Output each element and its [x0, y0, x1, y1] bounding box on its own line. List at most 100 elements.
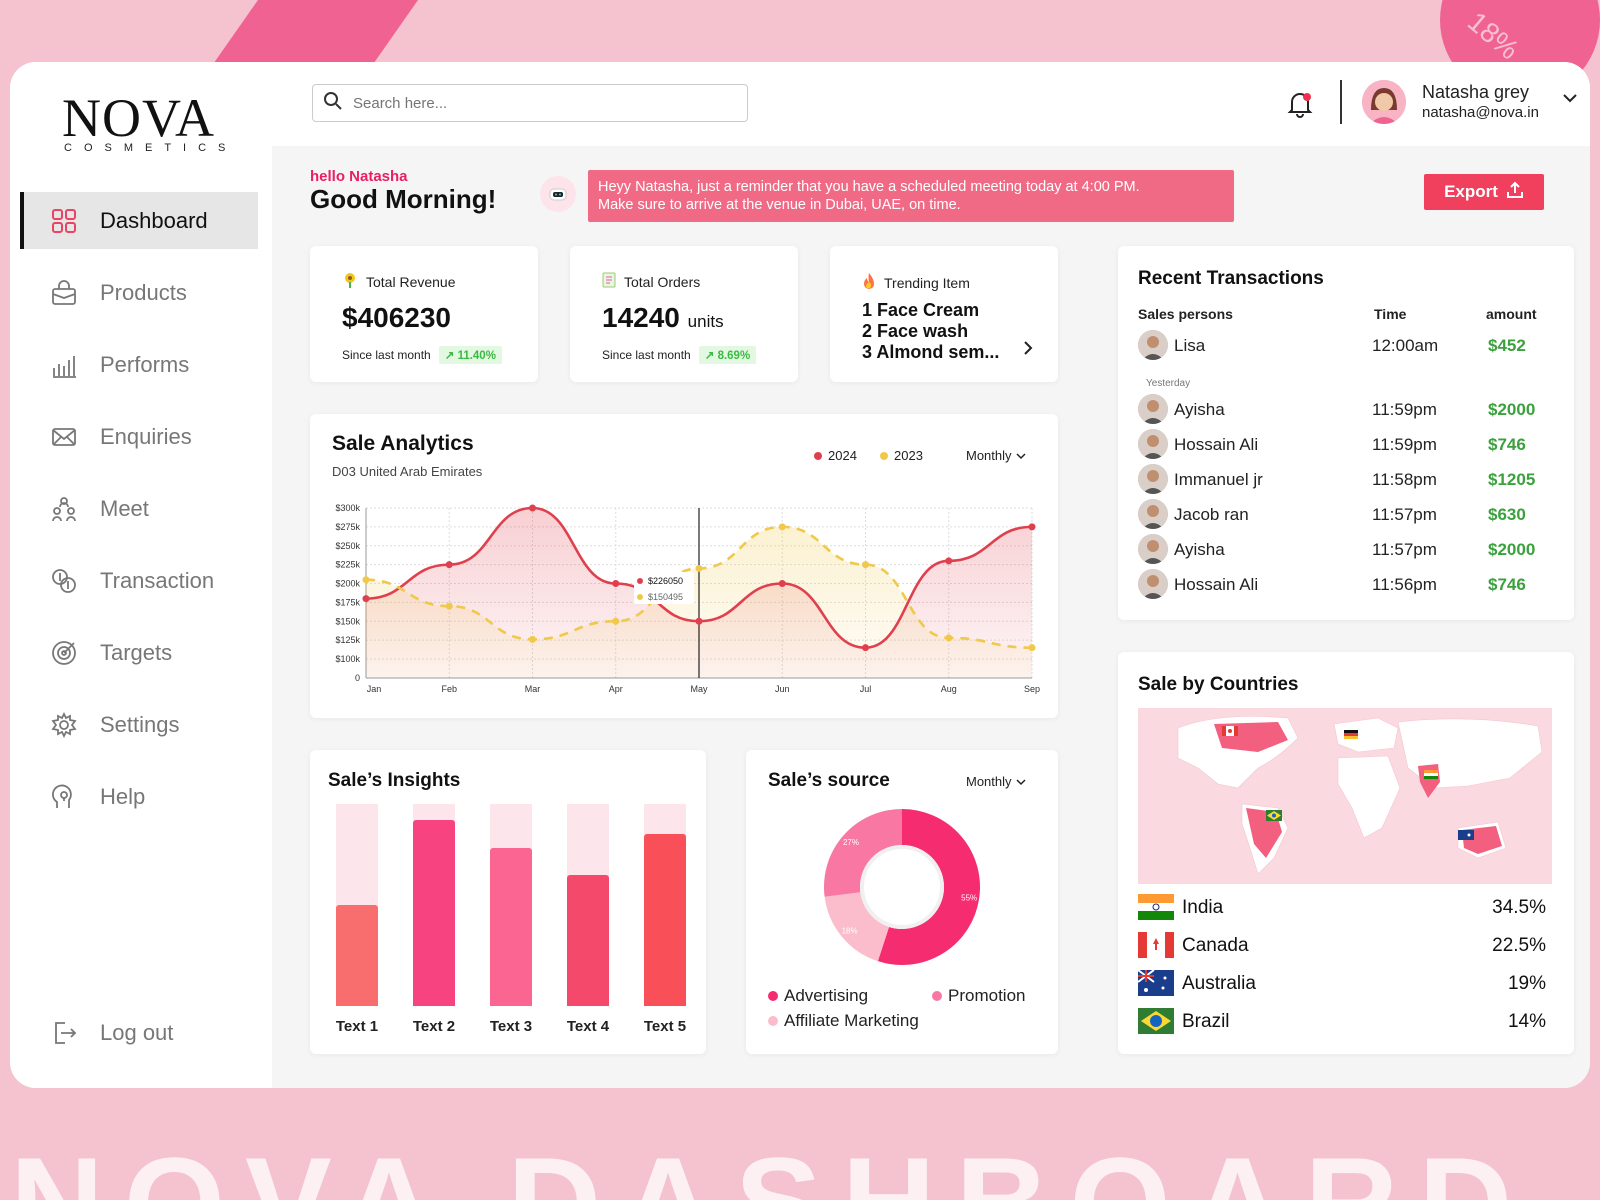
- germany-flag-marker: [1344, 730, 1358, 739]
- transaction-row[interactable]: Hossain Ali 11:56pm $746: [1138, 569, 1554, 601]
- sidebar-item-meet[interactable]: Meet: [20, 480, 258, 537]
- data-point-2023: [862, 561, 869, 569]
- search-bar[interactable]: [312, 84, 748, 122]
- x-tick-label: Mar: [525, 684, 541, 694]
- header-time: Time: [1374, 306, 1407, 322]
- transaction-row[interactable]: Ayisha 11:57pm $2000: [1138, 534, 1554, 566]
- data-point-2023: [945, 634, 953, 642]
- sidebar-item-products[interactable]: Products: [20, 264, 258, 321]
- bar[interactable]: [413, 820, 455, 1006]
- bag-icon: [50, 279, 78, 307]
- dashboard-window: NOVA COSMETICS Dashboard Products Perfor…: [10, 62, 1590, 1088]
- sidebar-item-performs[interactable]: Performs: [20, 336, 258, 393]
- country-name: Canada: [1182, 935, 1249, 956]
- transaction-row[interactable]: Hossain Ali 11:59pm $746: [1138, 429, 1554, 461]
- trending-list: 1 Face Cream 2 Face wash 3 Almond sem...: [862, 300, 999, 360]
- transaction-row[interactable]: Ayisha 11:59pm $2000: [1138, 394, 1554, 426]
- transaction-row[interactable]: Jacob ran 11:57pm $630: [1138, 499, 1554, 531]
- bar-label: Text 3: [489, 1018, 533, 1035]
- sidebar-item-transaction[interactable]: Transaction: [20, 552, 258, 609]
- x-tick-label: Aug: [941, 684, 957, 694]
- bar[interactable]: [490, 848, 532, 1006]
- brand-logo[interactable]: NOVA COSMETICS: [62, 90, 232, 154]
- legend-advertising: Advertising: [768, 986, 868, 1006]
- revenue-change-badge: ↗ 11.40%: [438, 346, 502, 364]
- bar[interactable]: [644, 834, 686, 1006]
- country-row[interactable]: Brazil 14%: [1138, 1008, 1546, 1036]
- robot-icon: [540, 176, 576, 212]
- x-tick-label: Jun: [775, 684, 790, 694]
- sidebar-item-label: Enquiries: [100, 423, 192, 449]
- total-orders-card: Total Orders 14240 units Since last mont…: [570, 246, 798, 382]
- receipt-icon: [602, 272, 616, 291]
- bar-label: Text 1: [335, 1018, 379, 1035]
- country-row[interactable]: Canada 22.5%: [1138, 932, 1546, 960]
- country-row[interactable]: Australia 19%: [1137, 969, 1546, 998]
- notification-bell-icon[interactable]: [1286, 90, 1314, 118]
- legend-dot: [768, 1016, 778, 1026]
- transaction-amount: $746: [1488, 435, 1526, 454]
- sidebar-item-help[interactable]: Help: [20, 768, 258, 825]
- trending-item: 3 Almond sem...: [862, 342, 1000, 360]
- avatar: [1138, 464, 1168, 494]
- sidebar: NOVA COSMETICS Dashboard Products Perfor…: [10, 62, 272, 1088]
- export-label: Export: [1444, 182, 1498, 201]
- sidebar-item-enquiries[interactable]: Enquiries: [20, 408, 258, 465]
- header-amount: amount: [1486, 306, 1537, 322]
- chevron-down-icon[interactable]: [1562, 90, 1578, 109]
- data-point-2024: [945, 557, 953, 565]
- transaction-person: Jacob ran: [1174, 505, 1249, 524]
- chevron-right-icon[interactable]: [1022, 340, 1034, 361]
- trending-title-label: Trending Item: [884, 274, 970, 291]
- transaction-person: Hossain Ali: [1174, 435, 1259, 454]
- transaction-amount: $2000: [1488, 400, 1536, 419]
- transaction-row[interactable]: Immanuel jr 11:58pm $1205: [1138, 464, 1554, 496]
- x-tick-label: Sep: [1024, 684, 1040, 694]
- tooltip-value-2023: $150495: [648, 592, 683, 602]
- world-map[interactable]: [1138, 708, 1552, 884]
- orders-value: 14240 units: [602, 302, 724, 334]
- legend-label: Advertising: [784, 986, 869, 1005]
- bar-label: Text 5: [643, 1018, 687, 1035]
- sidebar-item-label: Performs: [100, 351, 190, 377]
- sidebar-item-targets[interactable]: Targets: [20, 624, 258, 681]
- transaction-amount: $452: [1488, 336, 1526, 355]
- sidebar-item-label: Help: [100, 783, 146, 809]
- logout-icon: [50, 1019, 78, 1047]
- data-point-2024: [362, 595, 370, 603]
- orders-title-label: Total Orders: [624, 273, 701, 290]
- trending-item: 2 Face wash: [862, 321, 969, 341]
- orders-since-label: Since last month: [602, 348, 691, 362]
- country-row[interactable]: India 34.5%: [1138, 894, 1546, 922]
- donut-slice-label: 55%: [961, 894, 977, 903]
- bar[interactable]: [336, 905, 378, 1006]
- sidebar-item-settings[interactable]: Settings: [20, 696, 258, 753]
- data-point-2023: [529, 635, 536, 643]
- brazil-flag-icon: [1138, 1008, 1174, 1034]
- gear-icon: [50, 711, 78, 739]
- logout-button[interactable]: Log out: [20, 1008, 258, 1058]
- search-input[interactable]: [353, 94, 733, 112]
- country-name: Australia: [1182, 973, 1256, 994]
- source-period-dropdown[interactable]: Monthly: [966, 774, 1026, 789]
- y-tick-label: $125k: [335, 635, 360, 645]
- bar-label: Text 2: [412, 1018, 456, 1035]
- help-icon: [50, 783, 78, 811]
- trending-item-card[interactable]: Trending Item 1 Face Cream 2 Face wash 3…: [830, 246, 1058, 382]
- data-point-2024: [778, 580, 786, 587]
- legend-label: Affiliate Marketing: [784, 1011, 919, 1030]
- y-tick-label: $100k: [335, 654, 360, 664]
- transaction-time: 11:59pm: [1372, 400, 1437, 419]
- transaction-row[interactable]: Lisa 12:00am $452: [1138, 330, 1554, 362]
- user-avatar[interactable]: [1362, 80, 1406, 124]
- transaction-time: 12:00am: [1372, 336, 1439, 355]
- country-share: 19%: [1507, 973, 1546, 994]
- sunflower-icon: [342, 272, 358, 291]
- sale-analytics-card: Sale Analytics D03 United Arab Emirates …: [310, 414, 1058, 718]
- main-content: hello Natasha Good Morning! Heyy Natasha…: [272, 146, 1590, 1088]
- transaction-time: 11:57pm: [1372, 540, 1437, 559]
- export-button[interactable]: Export: [1424, 174, 1544, 210]
- bar[interactable]: [567, 874, 609, 1006]
- sidebar-item-dashboard[interactable]: Dashboard: [20, 192, 258, 249]
- donut-slice-label: 18%: [842, 926, 858, 935]
